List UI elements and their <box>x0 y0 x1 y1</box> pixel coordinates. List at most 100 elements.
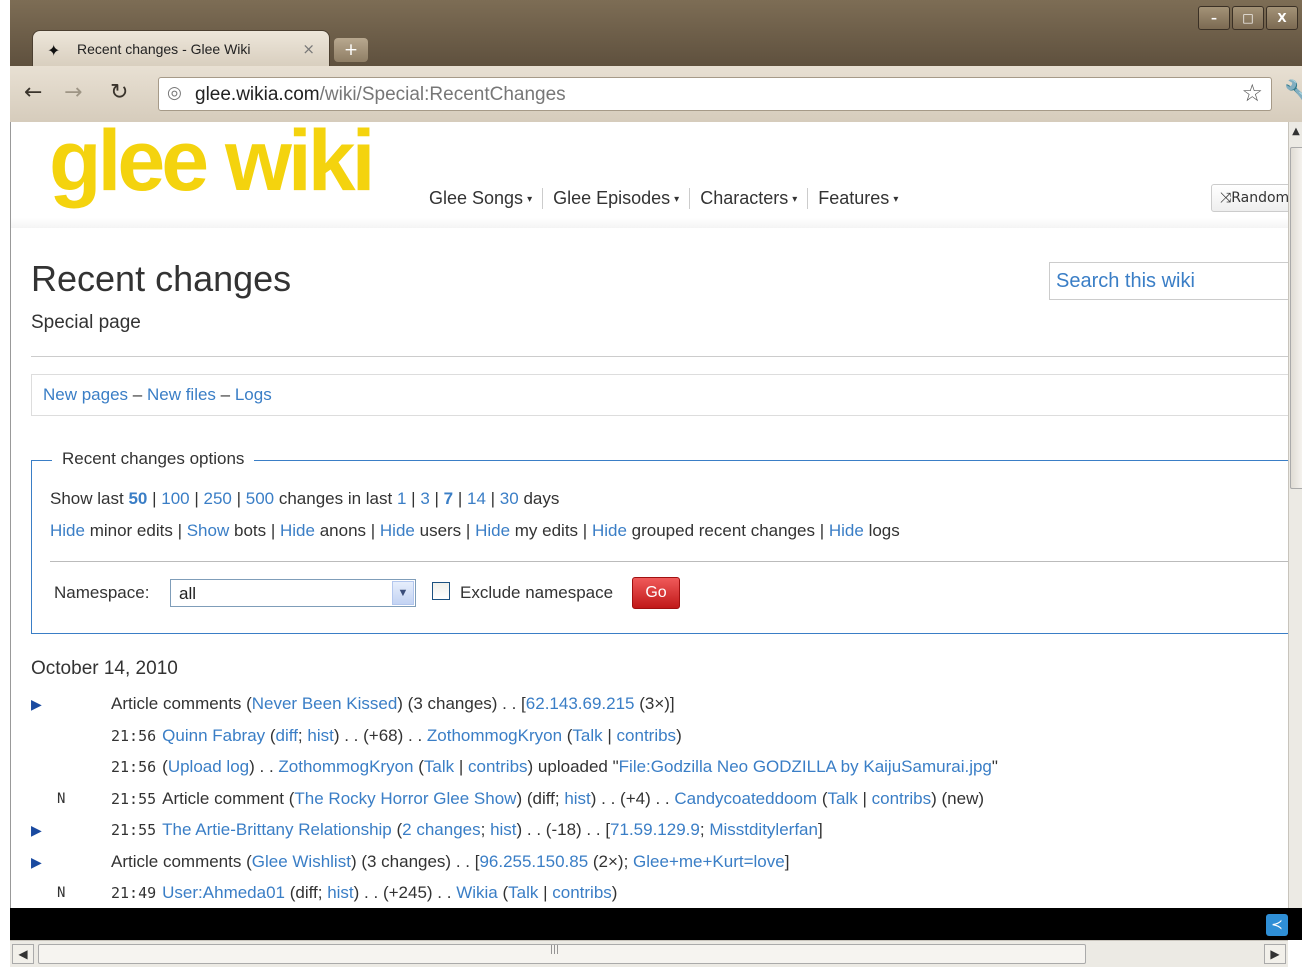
toggle-bots-link[interactable]: Show <box>187 521 230 540</box>
exclude-namespace-checkbox[interactable] <box>432 582 450 600</box>
change-link[interactable]: contribs <box>552 883 612 902</box>
search-input[interactable]: Search this wiki <box>1049 262 1289 300</box>
reload-icon[interactable]: ↻ <box>110 80 128 105</box>
nav-characters[interactable]: Characters ▾ <box>690 188 809 209</box>
change-link[interactable]: Glee Wishlist <box>252 852 351 871</box>
toggle-my-edits-link[interactable]: Hide <box>475 521 510 540</box>
change-link[interactable]: Quinn Fabray <box>162 726 265 745</box>
limit-50-link[interactable]: 50 <box>128 489 147 508</box>
wrench-icon[interactable]: 🔧 <box>1284 80 1302 105</box>
change-link[interactable]: Candycoateddoom <box>674 789 817 808</box>
exclude-namespace-label[interactable]: Exclude namespace <box>460 583 613 603</box>
change-text: ( <box>497 883 509 902</box>
new-files-link[interactable]: New files <box>147 385 216 404</box>
change-link[interactable]: The Artie-Brittany Relationship <box>162 820 392 839</box>
change-text: ( <box>562 725 573 745</box>
change-link[interactable]: ZothommogKryon <box>427 726 562 745</box>
scroll-right-icon[interactable]: ▶ <box>1264 944 1286 964</box>
expand-arrow-icon[interactable]: ▶ <box>31 822 42 839</box>
change-text: Article comments ( <box>111 851 252 871</box>
new-pages-link[interactable]: New pages <box>43 385 128 404</box>
change-text: ) uploaded " <box>527 757 619 776</box>
days-1-link[interactable]: 1 <box>397 489 406 508</box>
limit-250-link[interactable]: 250 <box>203 489 231 508</box>
change-text: Article comments ( <box>111 694 252 713</box>
bottom-bar <box>10 908 1302 940</box>
toggle-users-link[interactable]: Hide <box>380 521 415 540</box>
change-link[interactable]: Upload log <box>168 757 249 776</box>
logs-link[interactable]: Logs <box>235 385 272 404</box>
scroll-left-icon[interactable]: ◀ <box>12 944 34 964</box>
change-text: ) . . (+68) . . <box>333 725 427 745</box>
change-link[interactable]: hist <box>327 883 353 902</box>
nav-glee-songs[interactable]: Glee Songs ▾ <box>419 188 544 209</box>
scroll-up-icon[interactable]: ▲ <box>1290 126 1302 144</box>
change-link[interactable]: Wikia <box>456 883 498 902</box>
share-icon[interactable]: ≺ <box>1266 914 1288 936</box>
bookmark-star-icon[interactable]: ☆ <box>1241 79 1263 107</box>
page-title: Recent changes <box>31 258 292 299</box>
new-tab-button[interactable]: + <box>334 38 368 62</box>
change-link[interactable]: Talk <box>508 883 538 902</box>
change-link[interactable]: ZothommogKryon <box>278 757 413 776</box>
change-link[interactable]: Never Been Kissed <box>252 694 398 713</box>
nav-features[interactable]: Features ▾ <box>808 188 908 209</box>
change-link[interactable]: Talk <box>424 757 454 776</box>
toggle-grouped-link[interactable]: Hide <box>592 521 627 540</box>
minimize-button[interactable]: – <box>1198 6 1230 30</box>
chevron-down-icon[interactable]: ▼ <box>392 581 414 605</box>
nav-glee-episodes[interactable]: Glee Episodes ▾ <box>543 188 691 209</box>
limit-500-link[interactable]: 500 <box>246 489 274 508</box>
toggle-line: Hide minor edits | Show bots | Hide anon… <box>50 521 900 540</box>
days-7-link[interactable]: 7 <box>444 489 453 508</box>
change-link[interactable]: hist <box>307 726 333 745</box>
change-link[interactable]: hist <box>564 789 590 808</box>
change-text: (3×)] <box>634 694 675 713</box>
change-link[interactable]: 71.59.129.9 <box>610 820 700 839</box>
vertical-scrollbar[interactable]: ▲ <box>1288 122 1302 908</box>
random-page-button[interactable]: ⤨Random <box>1211 184 1289 212</box>
change-link[interactable]: 62.143.69.215 <box>526 694 635 713</box>
change-content: 21:55 Article comment (The Rocky Horror G… <box>111 789 984 809</box>
expand-arrow-icon[interactable]: ▶ <box>31 696 42 713</box>
expand-arrow-icon[interactable]: ▶ <box>31 854 42 871</box>
change-text: ; <box>699 820 710 839</box>
go-button[interactable]: Go <box>632 577 680 609</box>
browser-tab[interactable]: ✦ Recent changes - Glee Wiki × <box>32 30 330 67</box>
page-info-icon[interactable]: ◎ <box>167 83 182 103</box>
change-link[interactable]: Talk <box>828 789 858 808</box>
change-link[interactable]: Talk <box>572 726 602 745</box>
change-link[interactable]: 96.255.150.85 <box>479 852 588 871</box>
scroll-thumb-horizontal[interactable] <box>38 944 1086 964</box>
days-14-link[interactable]: 14 <box>467 489 486 508</box>
namespace-select[interactable]: all ▼ <box>170 579 416 607</box>
forward-icon[interactable]: → <box>64 80 82 105</box>
site-logo[interactable]: glee wiki <box>49 122 375 204</box>
scroll-thumb[interactable] <box>1290 147 1302 489</box>
page-viewport: glee wiki Glee Songs ▾ Glee Episodes ▾ Cha… <box>10 122 1289 908</box>
toggle-minor-edits-link[interactable]: Hide <box>50 521 85 540</box>
recent-changes-options: Recent changes options Show last 50 | 10… <box>31 449 1289 634</box>
change-link[interactable]: hist <box>490 820 516 839</box>
change-link[interactable]: Glee+me+Kurt=love <box>633 852 785 871</box>
change-link[interactable]: contribs <box>617 726 677 745</box>
maximize-button[interactable]: □ <box>1232 6 1264 30</box>
change-link[interactable]: File:Godzilla Neo GODZILLA by KaijuSamur… <box>619 757 992 776</box>
tab-close-icon[interactable]: × <box>302 40 315 58</box>
back-icon[interactable]: ← <box>24 80 42 105</box>
horizontal-scrollbar[interactable]: ◀ ||| ▶ <box>10 940 1288 967</box>
limit-100-link[interactable]: 100 <box>161 489 189 508</box>
change-link[interactable]: contribs <box>872 789 932 808</box>
change-link[interactable]: 2 changes <box>402 820 480 839</box>
toggle-logs-link[interactable]: Hide <box>829 521 864 540</box>
days-3-link[interactable]: 3 <box>420 489 429 508</box>
change-link[interactable]: diff <box>276 726 298 745</box>
days-30-link[interactable]: 30 <box>500 489 519 508</box>
change-link[interactable]: Misstditylerfan <box>709 820 818 839</box>
toggle-anons-link[interactable]: Hide <box>280 521 315 540</box>
address-bar[interactable]: ◎ glee.wikia.com/wiki/Special:RecentChan… <box>158 77 1272 111</box>
change-link[interactable]: User:Ahmeda01 <box>162 883 285 902</box>
change-link[interactable]: The Rocky Horror Glee Show <box>294 789 516 808</box>
close-window-button[interactable]: X <box>1266 6 1298 30</box>
change-link[interactable]: contribs <box>468 757 528 776</box>
